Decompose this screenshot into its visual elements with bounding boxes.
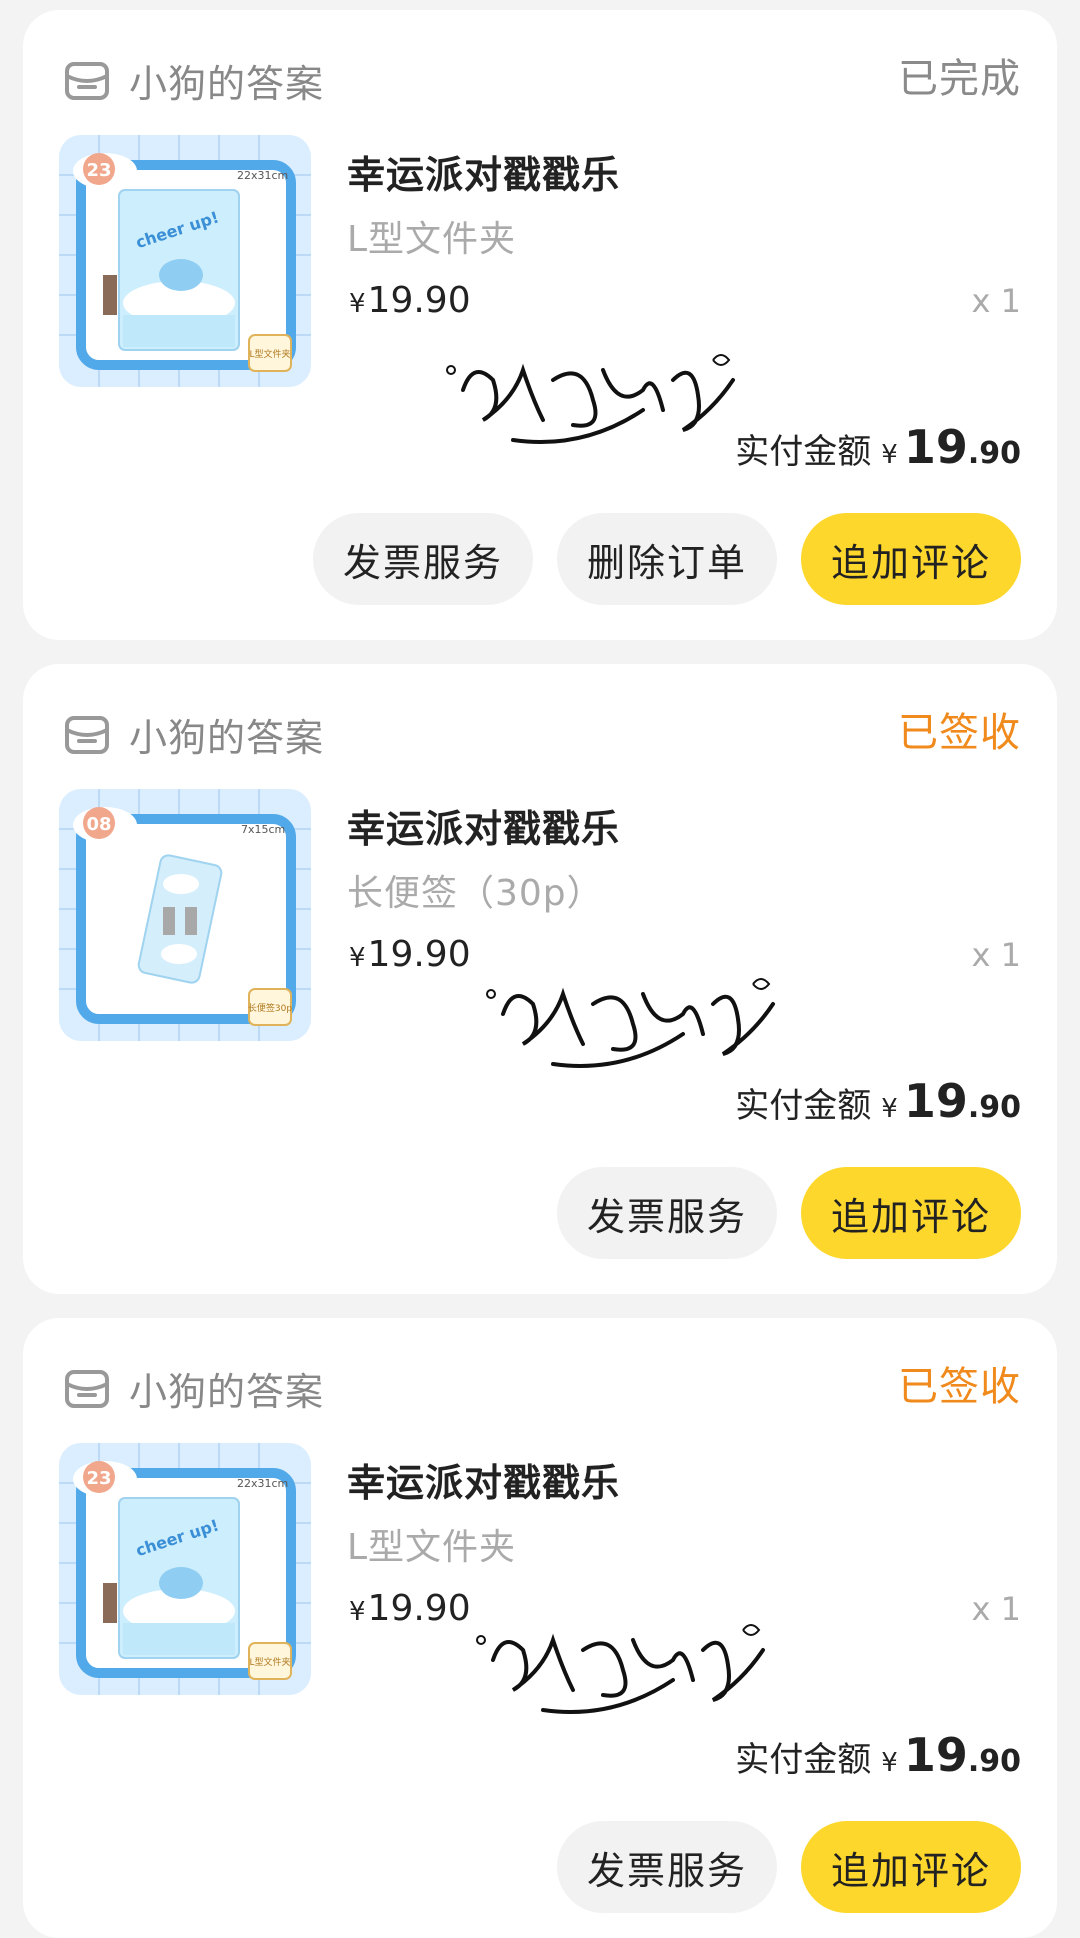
paid-amount: 实付金额 ¥ 19 .90 (735, 420, 1021, 474)
add-review-button[interactable]: 追加评论 (800, 1167, 1021, 1259)
quantity: x 1 (971, 1590, 1021, 1628)
order-status: 已签收 (898, 710, 1021, 756)
signature-watermark (476, 1624, 765, 1714)
product-title[interactable]: 幸运派对戳戳乐 (347, 1452, 620, 1507)
invoice-service-button[interactable]: 发票服务 (312, 513, 533, 605)
order-actions: 发票服务 追加评论 (533, 1821, 1021, 1913)
paid-decimal: .90 (967, 1744, 1021, 1779)
thumb-size: 7x15cm (241, 823, 285, 836)
paid-amount: 实付金额 ¥ 19 .90 (735, 1728, 1021, 1782)
thumb-tag: L型文件夹 (249, 348, 290, 360)
thumb-size: 22x31cm (237, 1477, 288, 1490)
product-thumbnail[interactable]: 08 7x15cm 长便签30p (59, 789, 311, 1041)
paid-label: 实付金额 (735, 432, 872, 472)
unit-price: ¥19.90 (349, 1588, 471, 1629)
quantity: x 1 (971, 936, 1021, 974)
order-actions: 发票服务 删除订单 追加评论 (289, 513, 1021, 605)
store-icon (65, 716, 109, 754)
thumb-badge: 08 (86, 814, 111, 835)
shop-header[interactable]: 小狗的答案 (61, 1358, 324, 1418)
product-thumbnail[interactable]: 23 22x31cm cheer up! L型文件夹 (59, 135, 311, 387)
order-list: 小狗的答案 已完成 23 22x31cm cheer up! L型文件夹 幸运派… (0, 0, 1080, 1938)
add-review-button[interactable]: 追加评论 (800, 1821, 1021, 1913)
currency-symbol: ¥ (349, 943, 366, 973)
order-card[interactable]: 小狗的答案 已签收 23 22x31cm cheer up! L型文件夹 幸运派… (23, 1318, 1057, 1938)
product-title[interactable]: 幸运派对戳戳乐 (347, 798, 620, 853)
order-actions: 发票服务 追加评论 (533, 1167, 1021, 1259)
shop-name: 小狗的答案 (129, 1369, 325, 1414)
paid-amount: 实付金额 ¥ 19 .90 (735, 1074, 1021, 1128)
paid-currency: ¥ (881, 440, 898, 470)
shop-name: 小狗的答案 (129, 715, 325, 760)
signature-watermark (446, 354, 735, 444)
price-value: 19.90 (367, 280, 471, 321)
paid-integer: 19 (903, 420, 968, 474)
order-card[interactable]: 小狗的答案 已签收 08 7x15cm 长便签30p 幸运派对戳戳乐 长便签（3… (23, 664, 1057, 1294)
invoice-service-button[interactable]: 发票服务 (556, 1167, 777, 1259)
currency-symbol: ¥ (349, 1597, 366, 1627)
delete-order-button[interactable]: 删除订单 (556, 513, 777, 605)
order-card[interactable]: 小狗的答案 已完成 23 22x31cm cheer up! L型文件夹 幸运派… (23, 10, 1057, 640)
signature-watermark (486, 978, 775, 1068)
paid-decimal: .90 (967, 1090, 1021, 1125)
paid-currency: ¥ (881, 1094, 898, 1124)
paid-label: 实付金额 (735, 1086, 872, 1126)
unit-price: ¥19.90 (349, 280, 471, 321)
shop-header[interactable]: 小狗的答案 (61, 50, 324, 110)
store-icon (65, 1370, 109, 1408)
thumb-size: 22x31cm (237, 169, 288, 182)
quantity: x 1 (971, 282, 1021, 320)
currency-symbol: ¥ (349, 289, 366, 319)
add-review-button[interactable]: 追加评论 (800, 513, 1021, 605)
thumb-badge: 23 (86, 1468, 111, 1489)
product-spec: 长便签（30p） (347, 873, 604, 914)
product-spec: L型文件夹 (347, 219, 517, 260)
thumb-badge: 23 (86, 160, 111, 181)
product-title[interactable]: 幸运派对戳戳乐 (347, 144, 620, 199)
thumb-tag: 长便签30p (248, 1002, 292, 1014)
store-icon (65, 62, 109, 100)
paid-integer: 19 (903, 1074, 968, 1128)
paid-integer: 19 (903, 1728, 968, 1782)
shop-name: 小狗的答案 (129, 61, 325, 106)
paid-label: 实付金额 (735, 1740, 872, 1780)
unit-price: ¥19.90 (349, 934, 471, 975)
shop-header[interactable]: 小狗的答案 (61, 704, 324, 764)
invoice-service-button[interactable]: 发票服务 (556, 1821, 777, 1913)
price-value: 19.90 (367, 1588, 471, 1629)
product-thumbnail[interactable]: 23 22x31cm cheer up! L型文件夹 (59, 1443, 311, 1695)
thumb-tag: L型文件夹 (249, 1656, 290, 1668)
order-status: 已签收 (898, 1364, 1021, 1410)
product-spec: L型文件夹 (347, 1527, 517, 1568)
order-status: 已完成 (898, 56, 1021, 102)
paid-decimal: .90 (967, 436, 1021, 471)
paid-currency: ¥ (881, 1748, 898, 1778)
price-value: 19.90 (367, 934, 471, 975)
